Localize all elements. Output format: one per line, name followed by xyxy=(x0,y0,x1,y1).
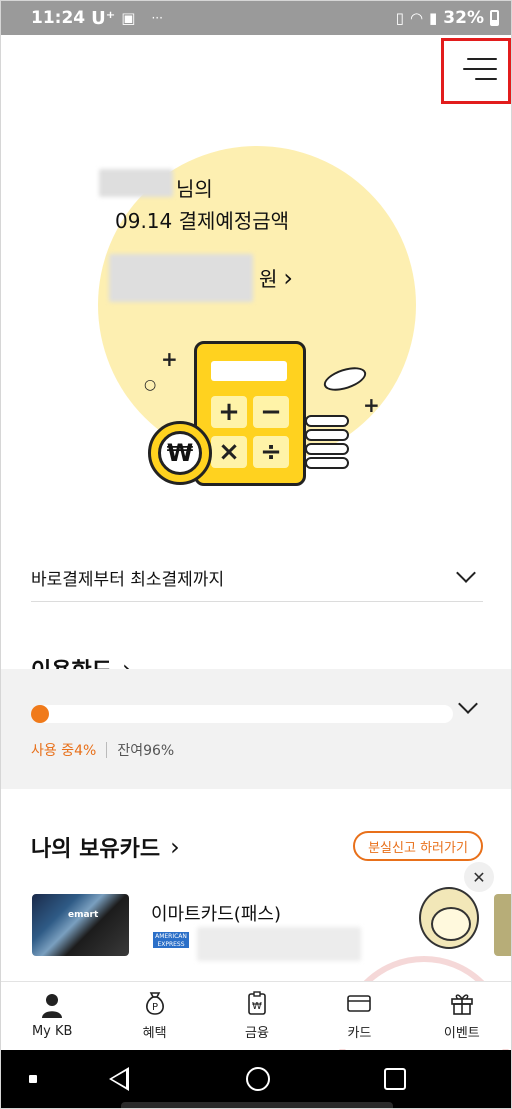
usage-progress-bar xyxy=(31,705,453,723)
mascot-icon[interactable] xyxy=(419,887,479,949)
battery-percent: 32% xyxy=(443,8,484,28)
divider xyxy=(31,601,483,602)
notification-more-icon: ··· xyxy=(151,11,163,25)
app-screen: 11:24 U⁺ ▣ ··· ▯ ◠ ▮ 32% 님의 09.14 결제예정금액… xyxy=(0,0,512,1109)
my-cards-title-link[interactable]: 나의 보유카드 › xyxy=(31,831,180,863)
amex-logo: AMERICAN EXPRESS xyxy=(153,932,189,948)
benefit-pouch-icon: P xyxy=(145,992,164,1015)
nav-label: 이벤트 xyxy=(443,1026,480,1041)
nav-label: My KB xyxy=(31,1024,73,1039)
card-thumbnail[interactable]: emart xyxy=(32,894,129,956)
wifi-icon: ◠ xyxy=(409,9,424,27)
gesture-handle xyxy=(121,1102,393,1108)
status-bar: 11:24 U⁺ ▣ ··· ▯ ◠ ▮ 32% xyxy=(1,1,511,35)
sparkle-plus-icon: + xyxy=(161,347,178,371)
coin-stack-icon xyxy=(305,443,349,455)
calculator-illustration: + − × ÷ xyxy=(194,341,306,486)
svg-text:P: P xyxy=(152,1002,158,1013)
chevron-down-icon xyxy=(456,563,476,583)
nav-label: 카드 xyxy=(347,1026,372,1041)
remaining-percent: 잔여96% xyxy=(117,743,175,759)
nav-item-mykb[interactable]: My KB xyxy=(1,982,103,1049)
card-name[interactable]: 이마트카드(패스) xyxy=(151,900,281,926)
nav-item-card[interactable]: 카드 xyxy=(308,982,410,1049)
battery-icon xyxy=(490,10,499,26)
usage-summary: 사용 중4% 잔여96% xyxy=(31,740,174,760)
next-card-thumbnail[interactable] xyxy=(494,894,511,956)
masked-card-number xyxy=(197,927,361,961)
usage-panel xyxy=(1,669,511,789)
hamburger-menu-icon[interactable] xyxy=(461,55,497,85)
nav-item-finance[interactable]: ₩ 금융 xyxy=(206,982,308,1049)
menu-line xyxy=(475,78,497,80)
calculator-screen xyxy=(211,361,287,381)
person-icon xyxy=(42,994,63,1018)
payment-option-row[interactable]: 바로결제부터 최소결제까지 xyxy=(31,553,483,601)
card-brand-label: emart xyxy=(68,910,99,920)
separator xyxy=(106,742,108,758)
bottom-navigation: My KB P 혜택 ₩ 금융 카드 이벤트 xyxy=(1,981,511,1049)
masked-name xyxy=(99,169,173,197)
masked-amount[interactable] xyxy=(109,254,253,302)
home-icon[interactable] xyxy=(246,1067,270,1091)
won-coin-icon: ₩ xyxy=(148,421,212,485)
coin-stack-icon xyxy=(305,457,349,469)
usage-progress-fill xyxy=(31,705,49,723)
amount-unit: 원 xyxy=(259,267,278,291)
used-percent: 사용 중4% xyxy=(31,743,97,759)
report-lost-card-button[interactable]: 분실신고 하러가기 xyxy=(353,831,483,861)
payment-option-label: 바로결제부터 최소결제까지 xyxy=(31,569,225,590)
gift-icon xyxy=(451,994,473,1015)
status-time: 11:24 xyxy=(31,8,86,28)
mascot-face xyxy=(431,907,471,941)
won-symbol: ₩ xyxy=(158,431,202,475)
nav-item-benefits[interactable]: P 혜택 xyxy=(103,982,205,1049)
menu-line xyxy=(463,68,497,70)
recent-apps-icon[interactable] xyxy=(384,1068,406,1090)
finance-icon: ₩ xyxy=(248,991,266,1015)
carrier-label: U⁺ xyxy=(91,7,116,29)
coin-stack-icon xyxy=(305,415,349,427)
payment-date-label: 09.14 결제예정금액 xyxy=(115,209,290,233)
sparkle-plus-icon: + xyxy=(363,393,380,417)
payment-amount-link[interactable]: 원 › xyxy=(259,263,293,292)
chevron-right-icon: › xyxy=(283,263,294,292)
menu-line xyxy=(467,58,497,60)
status-right: ▯ ◠ ▮ 32% xyxy=(396,8,499,28)
close-icon[interactable]: ✕ xyxy=(464,862,494,892)
calc-key-divide: ÷ xyxy=(253,436,289,468)
card-icon xyxy=(347,995,372,1012)
calc-key-plus: + xyxy=(211,396,247,428)
sparkle-circle-icon: ○ xyxy=(144,377,157,393)
coin-stack-icon xyxy=(305,429,349,441)
usage-expand-button[interactable] xyxy=(458,694,485,714)
customer-name-suffix: 님의 xyxy=(176,177,213,201)
back-icon[interactable] xyxy=(109,1067,129,1091)
nav-label: 금융 xyxy=(245,1026,269,1041)
image-icon: ▣ xyxy=(121,9,136,27)
calc-key-minus: − xyxy=(253,396,289,428)
nav-item-event[interactable]: 이벤트 xyxy=(411,982,511,1049)
nav-label: 혜택 xyxy=(142,1026,167,1041)
chevron-right-icon: › xyxy=(170,833,180,861)
svg-text:₩: ₩ xyxy=(252,1001,262,1012)
vibrate-icon: ▯ xyxy=(395,9,404,27)
calc-key-multiply: × xyxy=(211,436,247,468)
signal-icon: ▮ xyxy=(429,9,438,27)
my-cards-title: 나의 보유카드 xyxy=(31,837,161,862)
system-dot-icon[interactable] xyxy=(29,1075,37,1083)
